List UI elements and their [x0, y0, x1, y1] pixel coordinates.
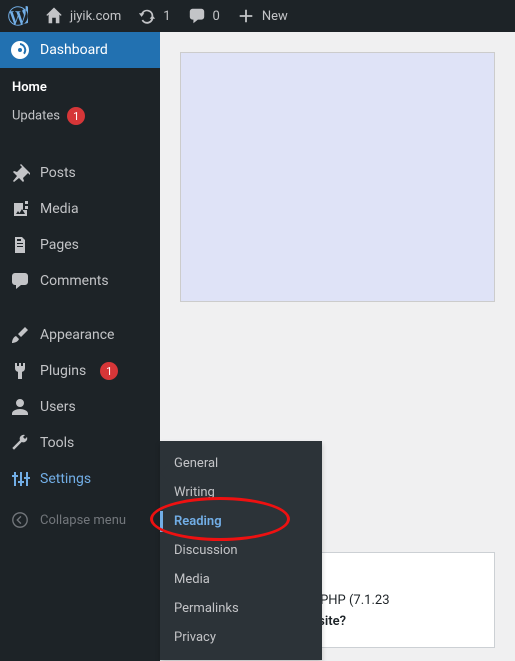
sidebar-label: Media — [40, 201, 79, 217]
plugin-icon — [10, 361, 30, 381]
home-icon — [44, 6, 64, 26]
site-name[interactable]: jiyik.com — [36, 0, 129, 32]
sidebar-label: Comments — [40, 273, 109, 289]
pin-icon — [10, 163, 30, 183]
settings-flyout: General Writing Reading Discussion Media… — [160, 441, 322, 660]
sidebar-item-appearance[interactable]: Appearance — [0, 317, 160, 353]
admin-sidebar: Dashboard Home Updates 1 Posts Media Pag… — [0, 32, 160, 661]
refresh-icon — [137, 6, 157, 26]
page-icon — [10, 235, 30, 255]
flyout-writing[interactable]: Writing — [160, 478, 322, 507]
flyout-permalinks[interactable]: Permalinks — [160, 594, 322, 623]
sidebar-item-tools[interactable]: Tools — [0, 425, 160, 461]
flyout-privacy[interactable]: Privacy — [160, 623, 322, 652]
collapse-label: Collapse menu — [40, 513, 126, 528]
dashboard-submenu: Home Updates 1 — [0, 68, 160, 137]
new-label: New — [262, 9, 288, 24]
sidebar-label: Posts — [40, 165, 76, 181]
new-content[interactable]: New — [228, 0, 296, 32]
collapse-icon — [10, 510, 30, 530]
plus-icon — [236, 6, 256, 26]
submenu-updates[interactable]: Updates 1 — [0, 101, 160, 131]
media-icon — [10, 199, 30, 219]
sidebar-item-dashboard[interactable]: Dashboard — [0, 32, 160, 68]
flyout-discussion[interactable]: Discussion — [160, 536, 322, 565]
brush-icon — [10, 325, 30, 345]
wrench-icon — [10, 433, 30, 453]
dashboard-icon — [10, 40, 30, 60]
flyout-reading[interactable]: Reading — [160, 507, 322, 536]
comments-count: 0 — [213, 9, 220, 24]
sidebar-item-plugins[interactable]: Plugins 1 — [0, 353, 160, 389]
site-name-label: jiyik.com — [70, 9, 121, 24]
updates-indicator[interactable]: 1 — [129, 0, 178, 32]
comment-icon — [10, 271, 30, 291]
plugins-badge: 1 — [100, 362, 118, 380]
admin-toolbar: jiyik.com 1 0 New — [0, 0, 515, 32]
sliders-icon — [10, 469, 30, 489]
sidebar-item-comments[interactable]: Comments — [0, 263, 160, 299]
flyout-media[interactable]: Media — [160, 565, 322, 594]
sidebar-label: Appearance — [40, 327, 114, 343]
sidebar-label: Settings — [40, 471, 91, 487]
sidebar-label: Pages — [40, 237, 79, 253]
updates-count: 1 — [163, 9, 170, 24]
flyout-general[interactable]: General — [160, 449, 322, 478]
submenu-home[interactable]: Home — [0, 74, 160, 101]
comment-icon — [187, 6, 207, 26]
sidebar-item-pages[interactable]: Pages — [0, 227, 160, 263]
sidebar-item-settings[interactable]: Settings — [0, 461, 160, 497]
sidebar-item-media[interactable]: Media — [0, 191, 160, 227]
sidebar-label: Tools — [40, 435, 74, 451]
updates-badge: 1 — [67, 107, 85, 125]
sidebar-label: Dashboard — [40, 42, 108, 58]
wordpress-icon — [8, 6, 28, 26]
sidebar-label: Users — [40, 399, 76, 415]
welcome-panel — [180, 52, 495, 302]
user-icon — [10, 397, 30, 417]
comments-indicator[interactable]: 0 — [179, 0, 228, 32]
sidebar-item-users[interactable]: Users — [0, 389, 160, 425]
sidebar-item-posts[interactable]: Posts — [0, 155, 160, 191]
collapse-menu[interactable]: Collapse menu — [0, 502, 160, 538]
wp-logo[interactable] — [0, 0, 36, 32]
sidebar-label: Plugins — [40, 363, 86, 379]
